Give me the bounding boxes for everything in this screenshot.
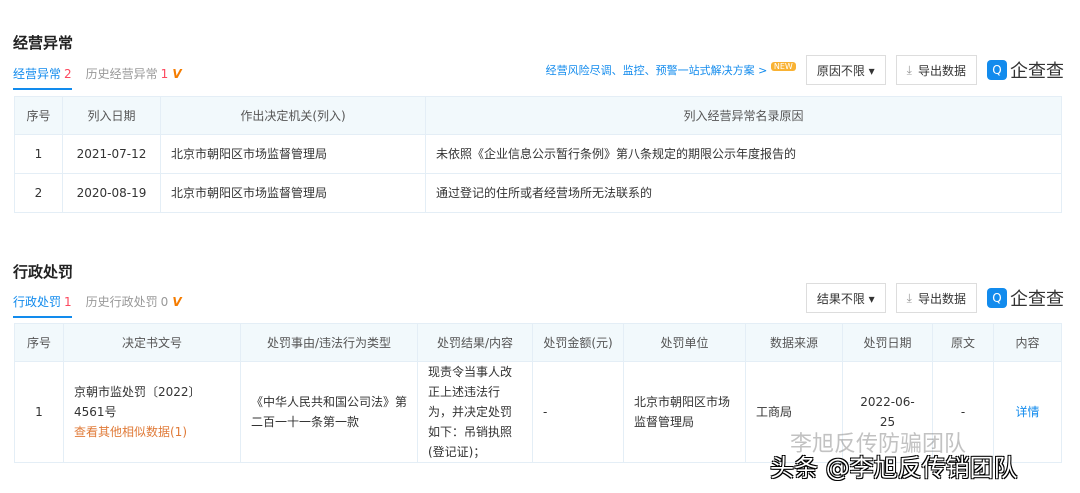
qichacha-logo: Q 企查查 [987,57,1064,83]
export-button[interactable]: ⤓ 导出数据 [895,55,977,85]
qichacha-logo: Q 企查查 [987,285,1064,311]
vip-icon: V [172,295,182,309]
table-row: 2 2020-08-19 北京市朝阳区市场监督管理局 通过登记的住所或者经营场所无法联… [14,173,1062,213]
tab-count: 0 [160,295,169,309]
export-button[interactable]: ⤓ 导出数据 [895,283,977,313]
download-icon: ⤓ [906,62,912,77]
section-title-penalty: 行政处罚 [13,263,74,281]
doc-number: 京朝市监处罚〔2022〕4561号 [74,385,201,419]
tab-history-penalty[interactable]: 历史行政处罚 0 V [86,293,182,318]
tab-count: 1 [160,67,169,81]
tab-label: 历史行政处罚 [85,295,158,309]
col-header: 处罚结果/内容 [417,323,533,362]
col-header: 处罚事由/违法行为类型 [240,323,418,362]
tab-label: 经营异常 [13,67,62,81]
watermark-toutiao: 头条 @李旭反传销团队 [770,454,1018,482]
similar-data-link[interactable]: 查看其他相似数据(1) [74,422,230,442]
download-icon: ⤓ [906,290,912,305]
logo-icon: Q [987,60,1007,80]
penalty-toolbar: 结果不限 ▾ ⤓ 导出数据 Q 企查查 [805,283,1064,313]
tab-penalty[interactable]: 行政处罚 1 [13,293,72,318]
cell-no: 1 [14,361,64,463]
cell-authority: 北京市朝阳区市场监督管理局 [160,173,426,213]
cell-authority: 北京市朝阳区市场监督管理局 [160,134,426,174]
tab-history-abnormal[interactable]: 历史经营异常 1 V [86,65,182,90]
abnormal-tabs: 经营异常 2 历史经营异常 1 V [13,65,182,90]
tab-abnormal[interactable]: 经营异常 2 [13,65,72,90]
promo-text: 经营风险尽调、监控、预警一站式解决方案 > [545,64,768,77]
col-header: 处罚单位 [623,323,746,362]
cell-date: 2020-08-19 [62,173,161,213]
col-header: 原文 [932,323,994,362]
cell-no: 2 [14,173,63,213]
export-label: 导出数据 [917,291,966,306]
tab-count: 2 [64,67,72,81]
cell-doc: 京朝市监处罚〔2022〕4561号查看其他相似数据(1) [63,361,241,463]
tab-count: 1 [64,295,72,309]
table-row: 1 2021-07-12 北京市朝阳区市场监督管理局 未依照《企业信息公示暂行条例》第… [14,134,1062,174]
col-header: 列入日期 [62,96,161,135]
tab-label: 历史经营异常 [85,67,158,81]
cell-date: 2021-07-12 [62,134,161,174]
col-header: 处罚金额(元) [532,323,624,362]
cell-reason: 通过登记的住所或者经营场所无法联系的 [425,173,1062,213]
table-header: 序号 列入日期 作出决定机关(列入) 列入经营异常名录原因 [14,96,1062,135]
section-title-abnormal: 经营异常 [13,34,74,52]
new-badge: NEW [770,62,796,71]
result-filter-dropdown[interactable]: 结果不限 ▾ [805,283,886,313]
cell-no: 1 [14,134,63,174]
logo-text: 企查查 [1010,289,1064,310]
logo-text: 企查查 [1010,61,1064,82]
cell-unit: 北京市朝阳区市场监督管理局 [623,361,746,463]
reason-filter-dropdown[interactable]: 原因不限 ▾ [805,55,886,85]
col-header: 决定书文号 [63,323,241,362]
table-header: 序号 决定书文号 处罚事由/违法行为类型 处罚结果/内容 处罚金额(元) 处罚单位 数据来源… [14,323,1062,362]
vip-icon: V [172,67,182,81]
col-header: 内容 [993,323,1062,362]
col-header: 列入经营异常名录原因 [425,96,1062,135]
penalty-tabs: 行政处罚 1 历史行政处罚 0 V [13,293,182,318]
tab-label: 行政处罚 [13,295,62,309]
col-header: 作出决定机关(列入) [160,96,426,135]
logo-icon: Q [987,288,1007,308]
cell-reason: 《中华人民共和国公司法》第二百一十一条第一款 [240,361,418,463]
col-header: 序号 [14,323,64,362]
cell-reason: 未依照《企业信息公示暂行条例》第八条规定的期限公示年度报告的 [425,134,1062,174]
abnormal-toolbar: 经营风险尽调、监控、预警一站式解决方案 > NEW 原因不限 ▾ ⤓ 导出数据 Q… [546,55,1064,85]
abnormal-table: 序号 列入日期 作出决定机关(列入) 列入经营异常名录原因 1 2021-07-12 北京… [14,96,1062,213]
col-header: 处罚日期 [842,323,933,362]
cell-result: 现责令当事人改正上述违法行为，并决定处罚如下：吊销执照(登记证)； [417,361,533,463]
export-label: 导出数据 [917,63,966,78]
promo-link[interactable]: 经营风险尽调、监控、预警一站式解决方案 > NEW [546,62,796,78]
col-header: 序号 [14,96,63,135]
cell-amount: - [532,361,624,463]
col-header: 数据来源 [745,323,843,362]
